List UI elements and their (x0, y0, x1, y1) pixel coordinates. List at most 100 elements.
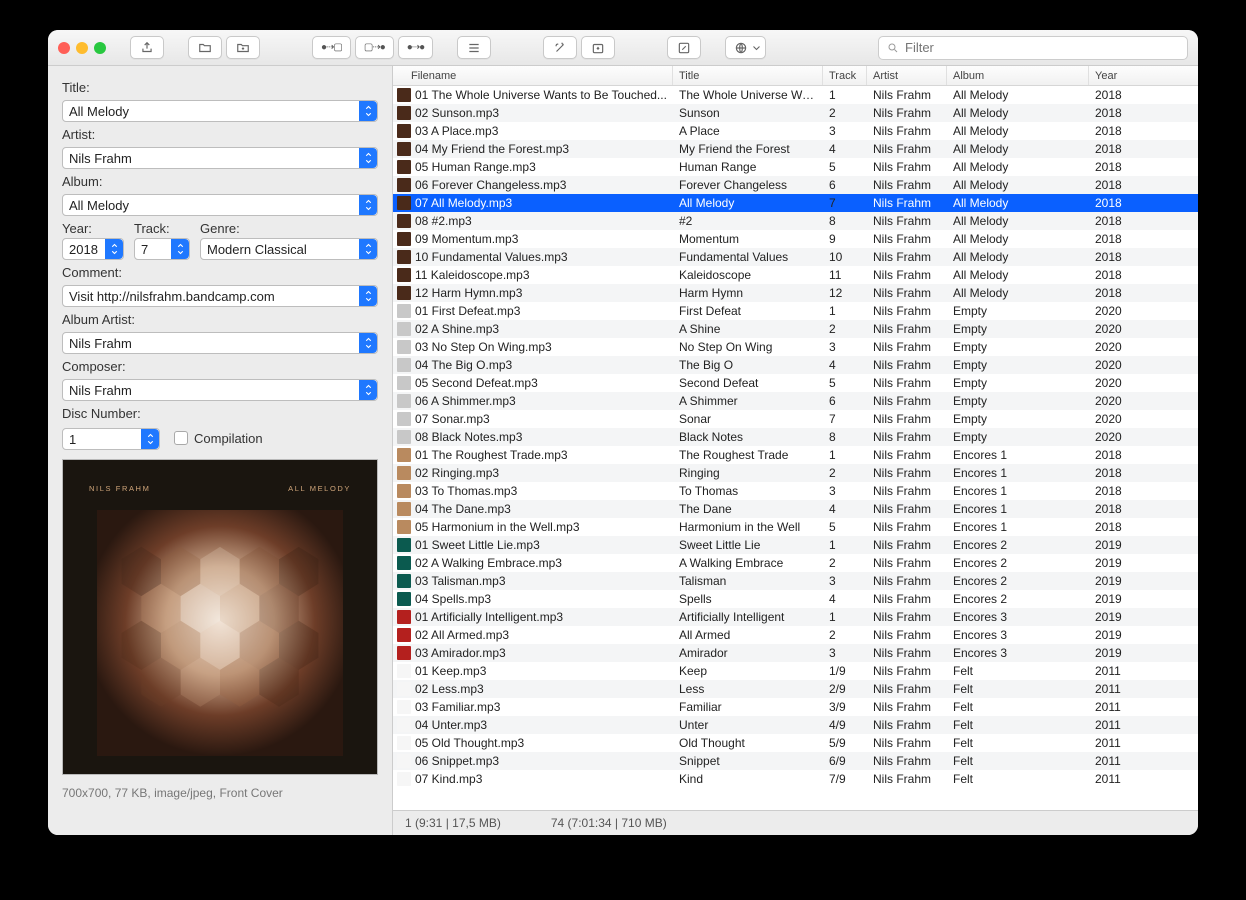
table-row[interactable]: 03 Familiar.mp3Familiar3/9Nils FrahmFelt… (393, 698, 1198, 716)
cover-art[interactable]: NILS FRAHM ALL MELODY (62, 459, 378, 775)
table-row[interactable]: 01 The Roughest Trade.mp3The Roughest Tr… (393, 446, 1198, 464)
open-folder-button[interactable] (188, 36, 222, 59)
table-row[interactable]: 03 A Place.mp3A Place3Nils FrahmAll Melo… (393, 122, 1198, 140)
cell-artist: Nils Frahm (867, 682, 947, 696)
cell-album: Encores 2 (947, 574, 1089, 588)
table-row[interactable]: 08 Black Notes.mp3Black Notes8Nils Frahm… (393, 428, 1198, 446)
col-year[interactable]: Year (1089, 66, 1169, 85)
table-row[interactable]: 04 The Dane.mp3The Dane4Nils FrahmEncore… (393, 500, 1198, 518)
cell-track: 3 (823, 122, 867, 140)
fetch-button[interactable] (581, 36, 615, 59)
cell-title: Old Thought (673, 736, 823, 750)
disc-field[interactable]: 1 (62, 428, 160, 450)
sidebar: Title: All Melody Artist: Nils Frahm Alb… (48, 66, 393, 835)
col-title[interactable]: Title (673, 66, 823, 85)
album-artist-field[interactable]: Nils Frahm (62, 332, 378, 354)
table-row[interactable]: 07 Sonar.mp3Sonar7Nils FrahmEmpty2020 (393, 410, 1198, 428)
search-input[interactable] (905, 40, 1179, 55)
table-row[interactable]: 01 Sweet Little Lie.mp3Sweet Little Lie1… (393, 536, 1198, 554)
cell-track: 3 (823, 338, 867, 356)
track-field[interactable]: 7 (134, 238, 190, 260)
convert-button[interactable]: ●⇢● (398, 36, 433, 59)
web-dropdown[interactable] (725, 36, 766, 59)
cell-track: 1 (823, 86, 867, 104)
table-row[interactable]: 12 Harm Hymn.mp3Harm Hymn12Nils FrahmAll… (393, 284, 1198, 302)
col-album[interactable]: Album (947, 66, 1089, 85)
table-row[interactable]: 08 #2.mp3#28Nils FrahmAll Melody2018 (393, 212, 1198, 230)
col-filename[interactable]: Filename (393, 66, 673, 85)
maximize-button[interactable] (94, 42, 106, 54)
cell-filename: 03 Familiar.mp3 (415, 700, 500, 714)
table-row[interactable]: 09 Momentum.mp3Momentum9Nils FrahmAll Me… (393, 230, 1198, 248)
table-row[interactable]: 05 Human Range.mp3Human Range5Nils Frahm… (393, 158, 1198, 176)
album-thumb-icon (397, 592, 411, 606)
table-row[interactable]: 06 Forever Changeless.mp3Forever Changel… (393, 176, 1198, 194)
table-row[interactable]: 03 Amirador.mp3Amirador3Nils FrahmEncore… (393, 644, 1198, 662)
compilation-checkbox[interactable]: Compilation (174, 431, 263, 446)
table-row[interactable]: 11 Kaleidoscope.mp3Kaleidoscope11Nils Fr… (393, 266, 1198, 284)
table-row[interactable]: 06 Snippet.mp3Snippet6/9Nils FrahmFelt20… (393, 752, 1198, 770)
table-row[interactable]: 02 Less.mp3Less2/9Nils FrahmFelt2011 (393, 680, 1198, 698)
table-row[interactable]: 04 My Friend the Forest.mp3My Friend the… (393, 140, 1198, 158)
cell-title: Fundamental Values (673, 250, 823, 264)
wand-button[interactable] (543, 36, 577, 59)
file-list[interactable]: 01 The Whole Universe Wants to Be Touche… (393, 86, 1198, 810)
minimize-button[interactable] (76, 42, 88, 54)
filename-to-tag-button[interactable]: ▢⇢● (355, 36, 394, 59)
table-row[interactable]: 02 Ringing.mp3Ringing2Nils FrahmEncores … (393, 464, 1198, 482)
table-row[interactable]: 10 Fundamental Values.mp3 Fundamental Val… (393, 248, 1198, 266)
table-row[interactable]: 03 Talisman.mp3Talisman3Nils FrahmEncore… (393, 572, 1198, 590)
table-row[interactable]: 01 First Defeat.mp3First Defeat1Nils Fra… (393, 302, 1198, 320)
cell-title: Harmonium in the Well (673, 520, 823, 534)
cell-track: 1/9 (823, 662, 867, 680)
table-row[interactable]: 01 Keep.mp3Keep1/9Nils FrahmFelt2011 (393, 662, 1198, 680)
album-thumb-icon (397, 376, 411, 390)
cell-title: The Dane (673, 502, 823, 516)
close-button[interactable] (58, 42, 70, 54)
tag-to-filename-button[interactable]: ●⇢▢ (312, 36, 351, 59)
cell-album: Felt (947, 682, 1089, 696)
col-track[interactable]: Track (823, 66, 867, 85)
table-row[interactable]: 04 Unter.mp3Unter4/9Nils FrahmFelt2011 (393, 716, 1198, 734)
table-row[interactable]: 06 A Shimmer.mp3A Shimmer6Nils FrahmEmpt… (393, 392, 1198, 410)
title-field[interactable]: All Melody (62, 100, 378, 122)
table-row[interactable]: 05 Harmonium in the Well.mp3Harmonium in… (393, 518, 1198, 536)
composer-field[interactable]: Nils Frahm (62, 379, 378, 401)
share-button[interactable] (130, 36, 164, 59)
table-row[interactable]: 02 Sunson.mp3Sunson2Nils FrahmAll Melody… (393, 104, 1198, 122)
cell-title: Harm Hymn (673, 286, 823, 300)
table-row[interactable]: 05 Second Defeat.mp3Second Defeat5Nils F… (393, 374, 1198, 392)
col-artist[interactable]: Artist (867, 66, 947, 85)
cell-album: Encores 1 (947, 502, 1089, 516)
table-row[interactable]: 04 The Big O.mp3The Big O4Nils FrahmEmpt… (393, 356, 1198, 374)
table-row[interactable]: 02 A Shine.mp3A Shine2Nils FrahmEmpty202… (393, 320, 1198, 338)
table-row[interactable]: 07 All Melody.mp3All Melody7Nils FrahmAl… (393, 194, 1198, 212)
genre-field[interactable]: Modern Classical (200, 238, 378, 260)
table-row[interactable]: 02 A Walking Embrace.mp3A Walking Embrac… (393, 554, 1198, 572)
cell-artist: Nils Frahm (867, 250, 947, 264)
cell-title: A Shimmer (673, 394, 823, 408)
cell-title: A Walking Embrace (673, 556, 823, 570)
cell-album: Empty (947, 394, 1089, 408)
cell-album: Encores 1 (947, 448, 1089, 462)
table-row[interactable]: 05 Old Thought.mp3Old Thought5/9Nils Fra… (393, 734, 1198, 752)
table-row[interactable]: 07 Kind.mp3Kind7/9Nils FrahmFelt2011 (393, 770, 1198, 788)
table-row[interactable]: 03 No Step On Wing.mp3No Step On Wing3Ni… (393, 338, 1198, 356)
table-row[interactable]: 01 The Whole Universe Wants to Be Touche… (393, 86, 1198, 104)
search-field[interactable] (878, 36, 1188, 60)
table-row[interactable]: 03 To Thomas.mp3To Thomas3Nils FrahmEnco… (393, 482, 1198, 500)
table-row[interactable]: 01 Artificially Intelligent.mp3Artificia… (393, 608, 1198, 626)
cell-track: 2 (823, 554, 867, 572)
edit-button[interactable] (667, 36, 701, 59)
table-row[interactable]: 04 Spells.mp3Spells4Nils FrahmEncores 22… (393, 590, 1198, 608)
list-button[interactable] (457, 36, 491, 59)
table-header: Filename Title Track Artist Album Year (393, 66, 1198, 86)
comment-field[interactable]: Visit http://nilsfrahm.bandcamp.com (62, 285, 378, 307)
artist-field[interactable]: Nils Frahm (62, 147, 378, 169)
table-row[interactable]: 02 All Armed.mp3All Armed2Nils FrahmEnco… (393, 626, 1198, 644)
album-field[interactable]: All Melody (62, 194, 378, 216)
year-field[interactable]: 2018 (62, 238, 124, 260)
cell-title: Amirador (673, 646, 823, 660)
add-folder-button[interactable] (226, 36, 260, 59)
cell-filename: 10 Fundamental Values.mp3 (415, 250, 568, 264)
